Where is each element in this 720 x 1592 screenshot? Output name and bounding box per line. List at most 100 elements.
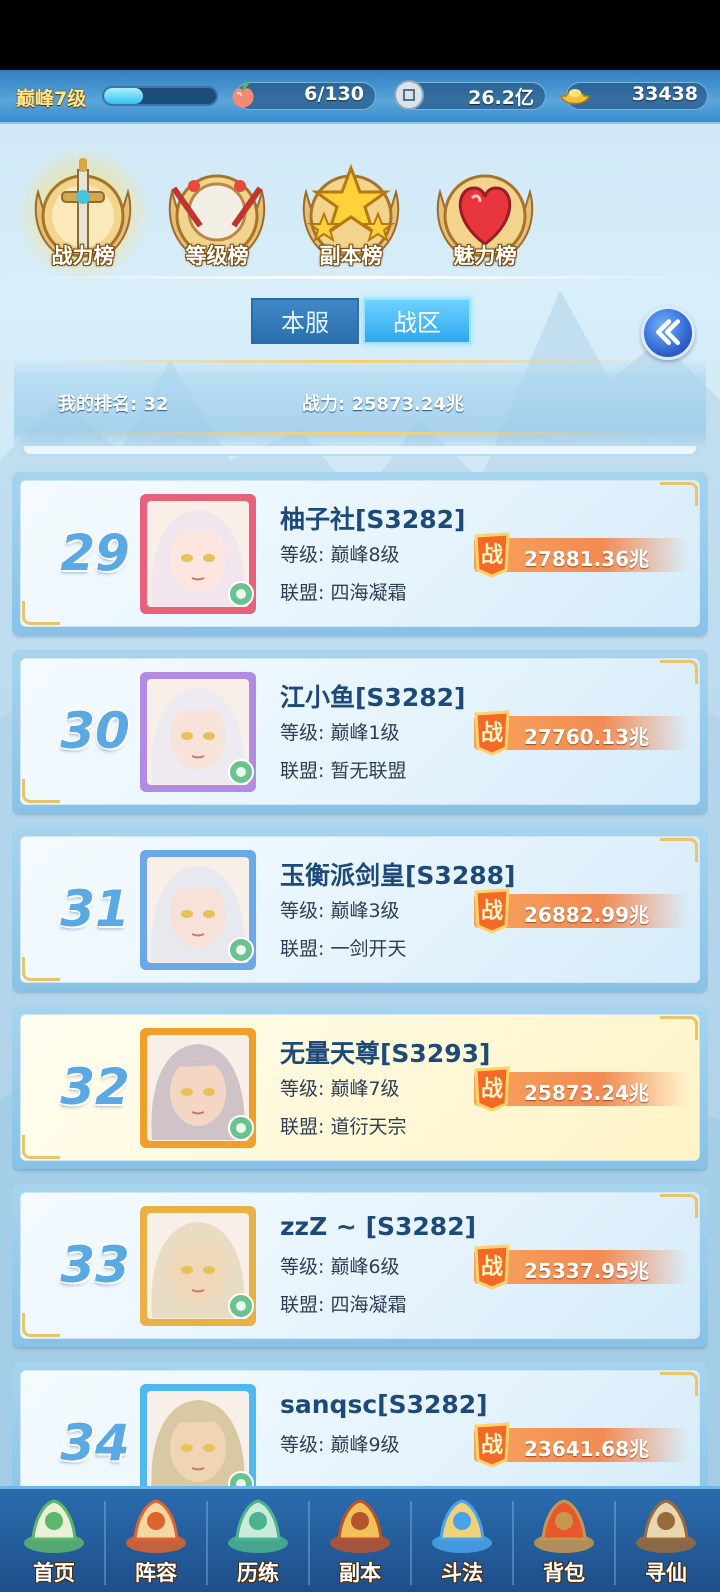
player-avatar[interactable]	[138, 1026, 258, 1150]
nav-item-1[interactable]: 阵容	[105, 1489, 207, 1592]
ranking-row[interactable]: 29 柚子社[S3282] 等级: 巅峰8级 联盟: 四海凝霜 战 27881.…	[12, 472, 708, 635]
nav-item-6[interactable]: 寻仙	[615, 1489, 717, 1592]
gold-divider	[60, 432, 660, 435]
gold-corner-ornament	[660, 1016, 698, 1040]
rank-number: 30	[60, 702, 130, 760]
avatar-portrait-icon	[140, 672, 256, 792]
tab-dungeon-ranking[interactable]: 副本榜	[288, 152, 414, 276]
tab-label: 等级榜	[185, 244, 249, 268]
nav-item-5[interactable]: 背包	[513, 1489, 615, 1592]
list-top-edge	[22, 446, 698, 456]
svg-text:战: 战	[481, 899, 503, 924]
tab-charm-ranking[interactable]: 魅力榜	[422, 152, 548, 276]
player-level-label: 巅峰7级	[16, 88, 87, 110]
player-power: 25337.95兆	[524, 1259, 650, 1283]
level-progress-fill	[104, 88, 144, 104]
gold-ingot-icon	[559, 89, 591, 105]
rank-number: 32	[60, 1058, 130, 1116]
battle-badge-icon: 战	[474, 710, 510, 756]
nav-label: 副本	[339, 1561, 381, 1585]
stamina-value: 6/130	[304, 83, 364, 105]
player-level: 等级: 巅峰1级	[280, 722, 400, 744]
player-avatar[interactable]	[138, 670, 258, 794]
nav-label: 斗法	[441, 1561, 483, 1585]
gold-corner-ornament	[22, 779, 60, 803]
player-level: 等级: 巅峰6级	[280, 1256, 400, 1278]
level-progress-bar	[102, 86, 218, 106]
nav-label: 寻仙	[645, 1561, 687, 1585]
silver-coin-icon	[394, 80, 424, 110]
player-avatar[interactable]	[138, 1382, 258, 1486]
player-name: zzZ ~ [S3282]	[280, 1212, 477, 1241]
svg-text:战: 战	[481, 1255, 503, 1280]
tab-label: 副本榜	[319, 244, 383, 268]
ranking-list[interactable]: 29 柚子社[S3282] 等级: 巅峰8级 联盟: 四海凝霜 战 27881.…	[12, 446, 708, 1486]
svg-text:战: 战	[481, 1077, 503, 1102]
tab-level-ranking[interactable]: 等级榜	[154, 152, 280, 276]
player-guild: 联盟: 四海凝霜	[280, 582, 407, 604]
nav-item-0[interactable]: 首页	[3, 1489, 105, 1592]
player-power: 27881.36兆	[524, 547, 650, 571]
rank-number: 29	[60, 524, 130, 582]
player-guild: 联盟: 四海凝霜	[280, 1294, 407, 1316]
rank-number: 34	[60, 1414, 130, 1472]
gold-corner-ornament	[660, 838, 698, 862]
nav-item-4[interactable]: 斗法	[411, 1489, 513, 1592]
avatar-portrait-icon	[140, 494, 256, 614]
resource-bar: 巅峰7级 6/130 26.2亿 33438	[0, 70, 720, 124]
player-guild: 联盟: 暂无联盟	[280, 760, 407, 782]
rank-number: 31	[60, 880, 130, 938]
nav-divider	[104, 1501, 106, 1585]
player-name: 无量天尊[S3293]	[280, 1039, 491, 1068]
tab-label: 魅力榜	[453, 244, 517, 268]
nav-divider	[206, 1501, 208, 1585]
ranking-screen: 巅峰7级 6/130 26.2亿 33438 战力榜 等级榜 副本榜 魅力榜 本…	[0, 0, 720, 1592]
ranking-row[interactable]: 31 玉衡派剑皇[S3288] 等级: 巅峰3级 联盟: 一剑开天 战 2688…	[12, 828, 708, 991]
server-local-button[interactable]: 本服	[251, 298, 359, 344]
ranking-row[interactable]: 33 zzZ ~ [S3282] 等级: 巅峰6级 联盟: 四海凝霜 战 253…	[12, 1184, 708, 1347]
battle-sword-icon	[432, 1499, 492, 1553]
player-guild: 联盟: 道衍天宗	[280, 1116, 407, 1138]
gold-corner-ornament	[22, 1135, 60, 1159]
rank-number: 33	[60, 1236, 130, 1294]
player-power: 26882.99兆	[524, 903, 650, 927]
back-button[interactable]	[641, 306, 695, 360]
chevron-left-icon	[656, 319, 680, 345]
gold-divider	[60, 360, 660, 363]
lineup-cards-icon	[126, 1499, 186, 1553]
player-avatar[interactable]	[138, 1204, 258, 1328]
gold-value: 33438	[631, 83, 698, 105]
nav-label: 阵容	[135, 1561, 177, 1585]
avatar-portrait-icon	[140, 1028, 256, 1148]
nav-item-3[interactable]: 副本	[309, 1489, 411, 1592]
avatar-portrait-icon	[140, 850, 256, 970]
server-zone-button[interactable]: 战区	[363, 298, 471, 344]
tab-power-ranking[interactable]: 战力榜	[14, 146, 152, 282]
avatar-portrait-icon	[140, 1206, 256, 1326]
gold-corner-ornament	[660, 482, 698, 506]
gold-corner-ornament	[660, 1372, 698, 1396]
silver-value: 26.2亿	[468, 87, 534, 109]
battle-badge-icon: 战	[474, 1244, 510, 1290]
player-name: 柚子社[S3282]	[280, 505, 466, 534]
player-avatar[interactable]	[138, 848, 258, 972]
nav-item-2[interactable]: 历练	[207, 1489, 309, 1592]
player-name: 江小鱼[S3282]	[280, 683, 466, 712]
battle-badge-icon: 战	[474, 1066, 510, 1112]
player-guild: 联盟: 一剑开天	[280, 938, 407, 960]
nav-divider	[410, 1501, 412, 1585]
peach-icon	[232, 82, 254, 108]
ranking-row[interactable]: 32 无量天尊[S3293] 等级: 巅峰7级 联盟: 道衍天宗 战 25873…	[12, 1006, 708, 1169]
ranking-row[interactable]: 30 江小鱼[S3282] 等级: 巅峰1级 联盟: 暂无联盟 战 27760.…	[12, 650, 708, 813]
battle-badge-icon: 战	[474, 532, 510, 578]
player-avatar[interactable]	[138, 492, 258, 616]
nav-divider	[512, 1501, 514, 1585]
dungeon-gate-icon	[330, 1499, 390, 1553]
gold-corner-ornament	[660, 660, 698, 684]
svg-text:战: 战	[481, 1433, 503, 1458]
gold-corner-ornament	[22, 1313, 60, 1337]
nav-label: 历练	[237, 1561, 279, 1585]
tabs-divider	[0, 276, 720, 279]
seek-scroll-icon	[636, 1499, 696, 1553]
ranking-row[interactable]: 34 sanqsc[S3282] 等级: 巅峰9级 战 23641.68兆	[12, 1362, 708, 1486]
